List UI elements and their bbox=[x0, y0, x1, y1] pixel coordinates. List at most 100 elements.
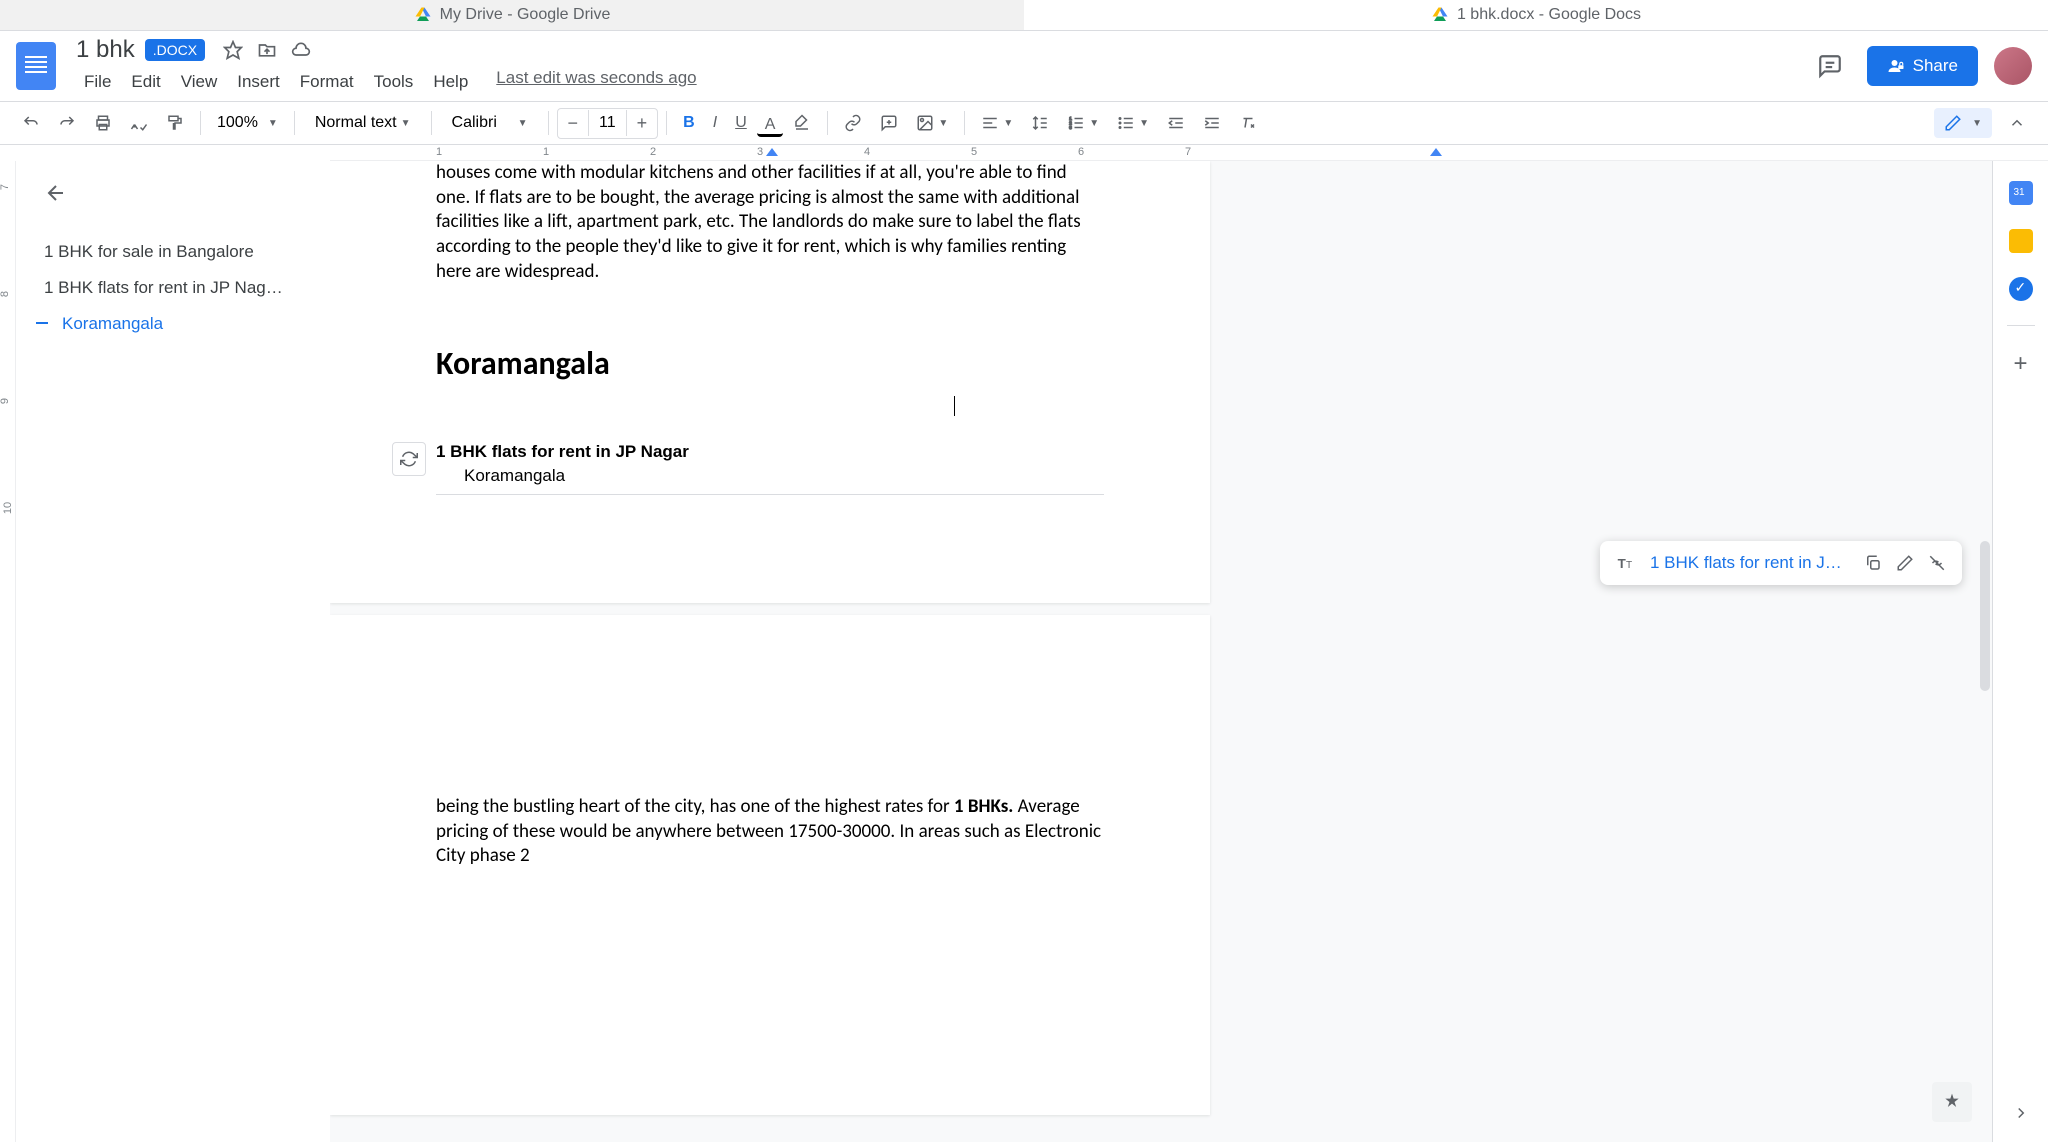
outline-panel: 1 BHK for sale in Bangalore 1 BHK flats … bbox=[16, 161, 330, 1142]
separator bbox=[2007, 325, 2035, 326]
align-button[interactable]: ▼ bbox=[973, 108, 1021, 138]
tab-title: My Drive - Google Drive bbox=[440, 6, 611, 24]
increase-font-button[interactable]: + bbox=[627, 109, 658, 138]
highlight-button[interactable] bbox=[785, 108, 819, 138]
insert-image-button[interactable]: ▼ bbox=[908, 108, 956, 138]
document-viewport[interactable]: houses come with modular kitchens and ot… bbox=[330, 161, 1992, 1142]
menu-insert[interactable]: Insert bbox=[229, 68, 288, 96]
chevron-down-icon: ▼ bbox=[938, 118, 948, 129]
tasks-icon[interactable] bbox=[2009, 277, 2033, 301]
zoom-select[interactable]: 100% ▼ bbox=[209, 110, 286, 136]
unlink-icon[interactable] bbox=[1928, 554, 1946, 572]
calendar-icon[interactable] bbox=[2009, 181, 2033, 205]
edit-link-icon[interactable] bbox=[1896, 554, 1914, 572]
editing-mode-button[interactable]: ▼ bbox=[1934, 108, 1992, 138]
bookmark-sub: Koramangala bbox=[436, 466, 1104, 486]
tab-title: 1 bhk.docx - Google Docs bbox=[1457, 6, 1641, 24]
copy-link-icon[interactable] bbox=[1864, 554, 1882, 572]
font-select[interactable]: Calibri ▼ bbox=[440, 110, 540, 136]
expand-side-panel-button[interactable] bbox=[2012, 1104, 2030, 1122]
text-style-icon: TT bbox=[1616, 553, 1636, 573]
spellcheck-button[interactable] bbox=[122, 108, 156, 138]
separator bbox=[827, 111, 828, 135]
outline-item-active[interactable]: Koramangala bbox=[44, 306, 302, 342]
explore-icon bbox=[1942, 1092, 1962, 1112]
svg-text:3: 3 bbox=[1069, 125, 1072, 130]
italic-button[interactable]: I bbox=[705, 108, 725, 138]
increase-indent-button[interactable] bbox=[1195, 108, 1229, 138]
indent-marker-right[interactable] bbox=[1430, 148, 1442, 156]
cloud-status-icon[interactable] bbox=[291, 40, 311, 60]
add-addon-icon[interactable]: + bbox=[2013, 350, 2027, 378]
document-title[interactable]: 1 bhk bbox=[76, 36, 135, 64]
menu-file[interactable]: File bbox=[76, 68, 119, 96]
body-paragraph[interactable]: being the bustling heart of the city, ha… bbox=[436, 795, 1104, 869]
separator bbox=[666, 111, 667, 135]
outline-item[interactable]: 1 BHK flats for rent in JP Nag… bbox=[44, 270, 302, 306]
style-value: Normal text bbox=[315, 114, 397, 132]
outline-item[interactable]: 1 BHK for sale in Bangalore bbox=[44, 234, 302, 270]
decrease-font-button[interactable]: − bbox=[558, 109, 589, 138]
menu-tools[interactable]: Tools bbox=[366, 68, 422, 96]
add-comment-button[interactable] bbox=[872, 108, 906, 138]
docs-logo-icon[interactable] bbox=[16, 42, 56, 90]
text-cursor bbox=[954, 396, 955, 416]
undo-button[interactable] bbox=[14, 108, 48, 138]
insert-link-button[interactable] bbox=[836, 108, 870, 138]
ruler-mark: 1 bbox=[543, 146, 549, 158]
browser-tab-docs[interactable]: 1 bhk.docx - Google Docs bbox=[1024, 0, 2048, 30]
ruler-mark: 3 bbox=[757, 146, 763, 158]
font-size-value[interactable]: 11 bbox=[588, 110, 627, 136]
keep-icon[interactable] bbox=[2009, 229, 2033, 253]
avatar[interactable] bbox=[1994, 47, 2032, 85]
menu-help[interactable]: Help bbox=[425, 68, 476, 96]
drive-icon bbox=[414, 6, 432, 24]
explore-button[interactable] bbox=[1932, 1082, 1972, 1122]
redo-button[interactable] bbox=[50, 108, 84, 138]
ruler-mark: 1 bbox=[436, 146, 442, 158]
bullet-list-button[interactable]: ▼ bbox=[1109, 108, 1157, 138]
chevron-down-icon: ▼ bbox=[1972, 118, 1982, 129]
share-button[interactable]: Share bbox=[1867, 46, 1978, 86]
bold-button[interactable]: B bbox=[675, 108, 703, 138]
separator bbox=[431, 111, 432, 135]
vertical-ruler[interactable]: 7 8 9 10 bbox=[0, 161, 16, 1142]
drive-icon bbox=[1431, 6, 1449, 24]
horizontal-ruler[interactable]: 1 1 2 3 4 5 6 7 bbox=[330, 145, 2048, 161]
side-panel: + bbox=[1992, 161, 2048, 1142]
underline-button[interactable]: U bbox=[727, 108, 755, 138]
move-icon[interactable] bbox=[257, 40, 277, 60]
heading[interactable]: Koramangala bbox=[436, 344, 1104, 422]
bookmark-content[interactable]: 1 BHK flats for rent in JP Nagar Koraman… bbox=[436, 442, 1104, 495]
star-icon[interactable] bbox=[223, 40, 243, 60]
separator bbox=[964, 111, 965, 135]
clear-formatting-button[interactable] bbox=[1231, 108, 1265, 138]
indent-marker-left[interactable] bbox=[766, 148, 778, 156]
docx-badge: .DOCX bbox=[145, 39, 205, 61]
menu-edit[interactable]: Edit bbox=[123, 68, 168, 96]
scrollbar-thumb[interactable] bbox=[1980, 541, 1990, 691]
text-color-button[interactable]: A bbox=[757, 110, 784, 137]
numbered-list-button[interactable]: 123▼ bbox=[1059, 108, 1107, 138]
paragraph-style-select[interactable]: Normal text ▼ bbox=[303, 110, 423, 136]
separator bbox=[200, 111, 201, 135]
collapse-toolbar-button[interactable] bbox=[2000, 108, 2034, 138]
print-button[interactable] bbox=[86, 108, 120, 138]
chevron-down-icon: ▼ bbox=[1139, 118, 1149, 129]
document-page[interactable]: being the bustling heart of the city, ha… bbox=[330, 615, 1210, 1115]
document-page[interactable]: houses come with modular kitchens and ot… bbox=[330, 161, 1210, 603]
body-paragraph[interactable]: houses come with modular kitchens and ot… bbox=[436, 161, 1104, 284]
svg-text:T: T bbox=[1626, 560, 1632, 571]
decrease-indent-button[interactable] bbox=[1159, 108, 1193, 138]
paint-format-button[interactable] bbox=[158, 108, 192, 138]
line-spacing-button[interactable] bbox=[1023, 108, 1057, 138]
menu-format[interactable]: Format bbox=[292, 68, 362, 96]
link-text[interactable]: 1 BHK flats for rent in JP N… bbox=[1650, 553, 1850, 573]
refresh-bookmark-button[interactable] bbox=[392, 442, 426, 476]
menu-view[interactable]: View bbox=[173, 68, 226, 96]
browser-tab-drive[interactable]: My Drive - Google Drive bbox=[0, 0, 1024, 30]
comments-icon[interactable] bbox=[1809, 45, 1851, 87]
svg-text:T: T bbox=[1618, 556, 1626, 571]
last-edit-link[interactable]: Last edit was seconds ago bbox=[496, 68, 696, 96]
outline-back-button[interactable] bbox=[44, 181, 68, 205]
